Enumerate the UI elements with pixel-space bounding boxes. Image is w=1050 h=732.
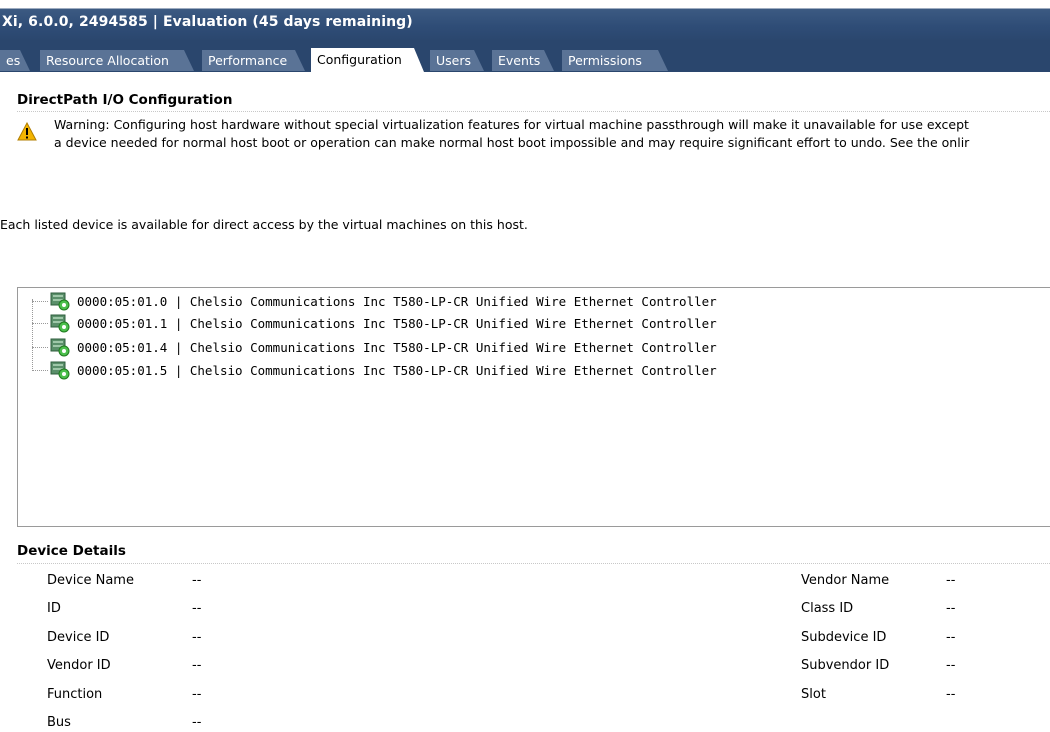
pci-device-icon <box>50 361 70 380</box>
device-list-item[interactable]: 0000:05:01.4 | Chelsio Communications In… <box>32 336 717 358</box>
tab-performance[interactable]: Performance <box>202 50 305 71</box>
detail-label-slot: Slot <box>801 687 826 702</box>
detail-value-slot: -- <box>946 687 956 702</box>
pci-device-icon <box>50 314 70 333</box>
device-list[interactable]: 0000:05:01.0 | Chelsio Communications In… <box>17 287 1050 527</box>
tab-permissions[interactable]: Permissions <box>562 50 668 71</box>
device-list-item[interactable]: 0000:05:01.0 | Chelsio Communications In… <box>32 290 717 312</box>
title-bar: Xi, 6.0.0, 2494585 | Evaluation (45 days… <box>0 0 1050 42</box>
tab-label: es <box>6 53 21 68</box>
pci-device-icon <box>50 292 70 311</box>
device-list-item[interactable]: 0000:05:01.5 | Chelsio Communications In… <box>32 359 717 381</box>
detail-label-subdevice-id: Subdevice ID <box>801 630 887 645</box>
device-label: 0000:05:01.1 | Chelsio Communications In… <box>77 315 717 331</box>
detail-value-bus: -- <box>192 715 202 730</box>
tab-label: Resource Allocation <box>46 53 169 68</box>
detail-value-device-name: -- <box>192 573 202 588</box>
device-label: 0000:05:01.5 | Chelsio Communications In… <box>77 362 717 378</box>
detail-value-subvendor-id: -- <box>946 658 956 673</box>
host-title: Xi, 6.0.0, 2494585 | Evaluation (45 days… <box>2 14 413 30</box>
warning-text: Warning: Configuring host hardware witho… <box>54 116 969 152</box>
tab-label: Configuration <box>317 52 402 67</box>
detail-value-device-id: -- <box>192 630 202 645</box>
section-title-device-details: Device Details <box>17 543 126 559</box>
detail-value-class-id: -- <box>946 601 956 616</box>
detail-label-vendor-name: Vendor Name <box>801 573 890 588</box>
warning-triangle-icon <box>17 122 37 141</box>
info-text: Each listed device is available for dire… <box>0 217 528 232</box>
tree-branch <box>32 322 48 324</box>
warning-line-2: a device needed for normal host boot or … <box>54 135 970 150</box>
detail-label-bus: Bus <box>47 715 71 730</box>
tab-label: Performance <box>208 53 288 68</box>
section-title-directpath: DirectPath I/O Configuration <box>17 92 233 108</box>
detail-label-function: Function <box>47 687 103 702</box>
detail-label-class-id: Class ID <box>801 601 854 616</box>
warning-line-1: Warning: Configuring host hardware witho… <box>54 117 969 132</box>
device-label: 0000:05:01.4 | Chelsio Communications In… <box>77 339 717 355</box>
tree-branch <box>32 369 48 371</box>
device-label: 0000:05:01.0 | Chelsio Communications In… <box>77 293 717 309</box>
detail-value-id: -- <box>192 601 202 616</box>
tab-label: Permissions <box>568 53 642 68</box>
detail-value-vendor-id: -- <box>192 658 202 673</box>
detail-label-device-id: Device ID <box>47 630 110 645</box>
tab-resource-allocation[interactable]: Resource Allocation <box>40 50 194 71</box>
section-divider <box>17 111 1050 112</box>
detail-value-subdevice-id: -- <box>946 630 956 645</box>
detail-label-device-name: Device Name <box>47 573 134 588</box>
detail-value-vendor-name: -- <box>946 573 956 588</box>
detail-label-id: ID <box>47 601 61 616</box>
section-divider <box>17 563 1050 564</box>
tab-label: Users <box>436 53 472 68</box>
tree-branch <box>32 346 48 348</box>
tab-label: Events <box>498 53 541 68</box>
detail-value-function: -- <box>192 687 202 702</box>
pci-device-icon <box>50 338 70 357</box>
detail-label-vendor-id: Vendor ID <box>47 658 111 673</box>
device-list-item[interactable]: 0000:05:01.1 | Chelsio Communications In… <box>32 312 717 334</box>
tree-branch <box>32 300 48 302</box>
detail-label-subvendor-id: Subvendor ID <box>801 658 890 673</box>
tab-events[interactable]: Events <box>492 50 554 71</box>
tab-configuration[interactable]: Configuration <box>311 48 424 72</box>
